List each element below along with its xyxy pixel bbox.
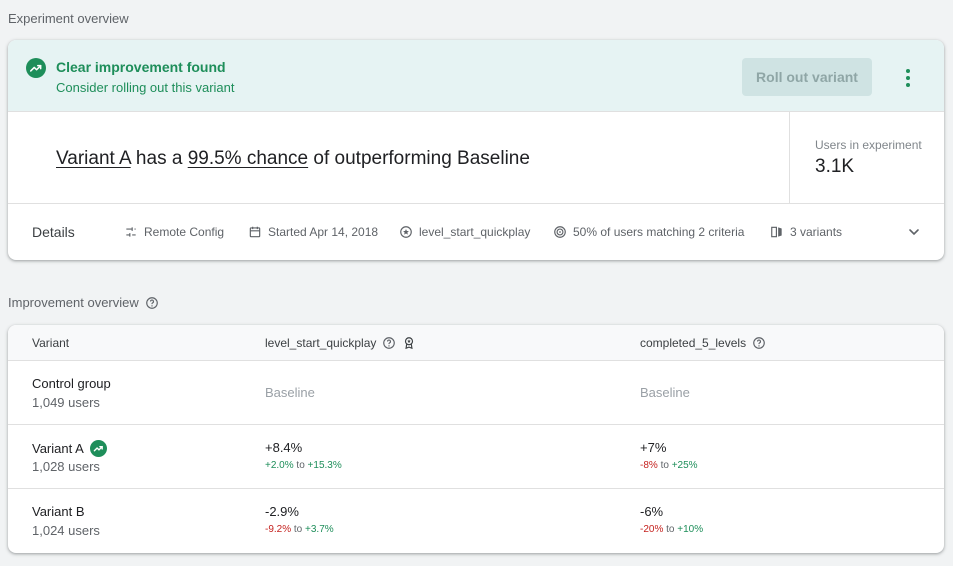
range-low: -9.2% (265, 524, 292, 535)
help-icon[interactable] (145, 296, 159, 310)
table-row: Variant A 1,028 users +8.4% +2.0% to +15… (8, 425, 944, 489)
target-icon (554, 226, 566, 238)
targeting-chip: 50% of users matching 2 criteria (553, 225, 744, 239)
range-high: +10% (677, 524, 704, 535)
metric-1-value: +8.4% (265, 440, 303, 455)
metric-2-range: -8% to +25% (640, 460, 698, 471)
roll-out-variant-button[interactable]: Roll out variant (742, 58, 872, 96)
help-icon[interactable] (752, 336, 766, 350)
more-options-icon[interactable] (898, 66, 918, 90)
variant-users: 1,028 users (32, 459, 100, 474)
users-in-experiment: Users in experiment 3.1K (789, 112, 944, 204)
range-to: to (291, 524, 306, 535)
range-to: to (293, 460, 308, 471)
table-row: Control group 1,049 users Baseline Basel… (8, 361, 944, 425)
targeting-label: 50% of users matching 2 criteria (573, 225, 745, 239)
metric-1-range: -9.2% to +3.7% (265, 524, 334, 535)
variants-icon (771, 226, 782, 238)
variant-name-label: Variant A (32, 441, 84, 456)
improvement-table: Variant level_start_quickplay completed_… (8, 325, 944, 553)
column-header-metric-1: level_start_quickplay (265, 336, 416, 350)
remote-config-icon (126, 227, 136, 237)
column-header-metric-2: completed_5_levels (640, 336, 766, 350)
metric-1-value: -2.9% (265, 504, 299, 519)
variant-name: Variant A (32, 440, 107, 457)
experiment-summary-card: Clear improvement found Consider rolling… (8, 40, 944, 260)
goal-label: level_start_quickplay (419, 225, 531, 239)
headline-row: Variant A has a 99.5% chance of outperfo… (8, 112, 944, 204)
star-circle-icon (400, 226, 412, 238)
metric-1-label: level_start_quickplay (265, 336, 377, 350)
started-chip: Started Apr 14, 2018 (248, 225, 378, 239)
headline-text: has a (130, 148, 188, 169)
range-low: -8% (640, 460, 658, 471)
trending-up-icon (26, 58, 46, 78)
variant-users: 1,024 users (32, 523, 100, 538)
details-label: Details (32, 224, 75, 240)
help-icon[interactable] (382, 336, 396, 350)
metric-2-value: -6% (640, 504, 664, 519)
remote-config-chip: Remote Config (124, 225, 224, 239)
banner-title: Clear improvement found (56, 59, 226, 75)
goal-chip: level_start_quickplay (399, 225, 530, 239)
range-low: +2.0% (265, 460, 294, 471)
trending-up-icon (89, 440, 107, 457)
metric-2-baseline: Baseline (640, 385, 690, 400)
metric-1-range: +2.0% to +15.3% (265, 460, 342, 471)
calendar-icon (249, 226, 261, 238)
range-high: +25% (671, 460, 698, 471)
improvement-banner: Clear improvement found Consider rolling… (8, 40, 944, 112)
metric-1-baseline: Baseline (265, 385, 315, 400)
banner-subtitle: Consider rolling out this variant (56, 80, 235, 95)
experiment-overview-title: Experiment overview (8, 11, 129, 26)
range-high: +15.3% (307, 460, 342, 471)
details-row[interactable]: Details Remote Config Started Apr 14, 20… (8, 204, 944, 260)
range-high: +3.7% (305, 524, 334, 535)
range-to: to (657, 460, 672, 471)
variant-users: 1,049 users (32, 395, 100, 410)
metric-2-label: completed_5_levels (640, 336, 747, 350)
metric-2-range: -20% to +10% (640, 524, 703, 535)
variant-link[interactable]: Variant A (56, 148, 131, 169)
users-label: Users in experiment (815, 138, 922, 152)
remote-config-label: Remote Config (144, 225, 225, 239)
table-row: Variant B 1,024 users -2.9% -9.2% to +3.… (8, 489, 944, 553)
headline-text-rest: of outperforming Baseline (308, 148, 530, 169)
headline: Variant A has a 99.5% chance of outperfo… (56, 148, 530, 170)
variant-name: Control group (32, 376, 111, 391)
improvement-overview-label: Improvement overview (8, 295, 139, 310)
users-value: 3.1K (815, 156, 855, 177)
range-to: to (663, 524, 678, 535)
improvement-overview-title: Improvement overview (8, 295, 159, 310)
range-low: -20% (640, 524, 664, 535)
metric-2-value: +7% (640, 440, 667, 455)
table-header: Variant level_start_quickplay completed_… (8, 325, 944, 361)
chevron-down-icon[interactable] (906, 224, 922, 240)
column-header-variant: Variant (32, 336, 70, 350)
variants-chip: 3 variants (770, 225, 842, 239)
variant-name: Variant B (32, 504, 85, 519)
started-label: Started Apr 14, 2018 (268, 225, 379, 239)
goal-badge-icon (405, 337, 414, 350)
chance-link[interactable]: 99.5% chance (188, 148, 308, 169)
variants-label: 3 variants (790, 225, 843, 239)
